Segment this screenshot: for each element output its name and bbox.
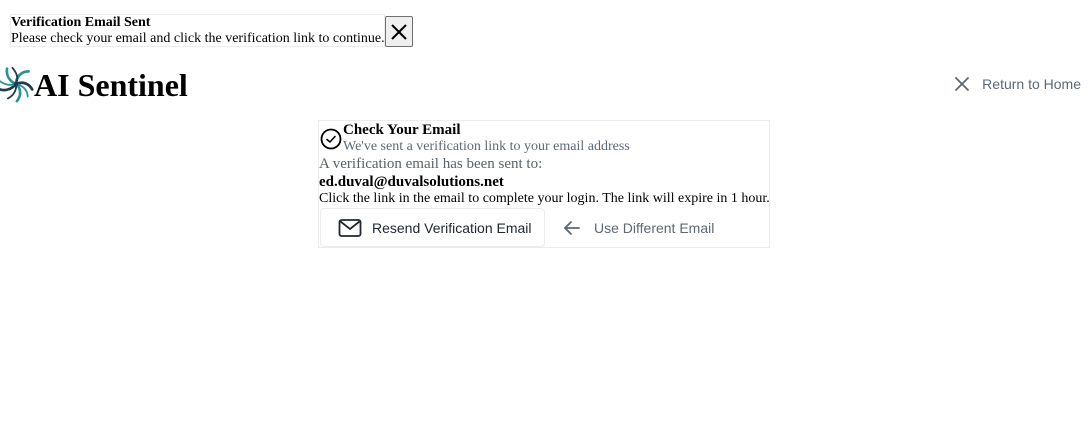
close-icon <box>391 23 407 40</box>
mail-icon <box>338 218 362 237</box>
resend-label: Resend Verification Email <box>372 219 532 236</box>
card-title: Check Your Email <box>343 122 461 138</box>
use-different-email-button[interactable]: Use Different Email <box>545 208 745 247</box>
close-icon <box>955 77 970 91</box>
return-to-home-label: Return to Home <box>982 76 1081 92</box>
return-to-home-link[interactable]: Return to Home <box>954 72 1081 96</box>
spiral-logo-icon <box>0 66 34 103</box>
check-email-card: Check Your Email We've sent a verificati… <box>318 120 770 248</box>
toast-title: Verification Email Sent <box>11 15 151 30</box>
check-circle-icon <box>320 128 342 150</box>
notification-toast: Verification Email Sent Please check you… <box>10 14 385 47</box>
toast-message: Please check your email and click the ve… <box>11 31 385 46</box>
different-email-label: Use Different Email <box>594 219 715 236</box>
arrow-left-icon <box>564 220 580 235</box>
sent-to-label: A verification email has been sent to: <box>319 156 543 172</box>
resend-verification-button[interactable]: Resend Verification Email <box>320 208 545 247</box>
email-address: ed.duval@duvalsolutions.net <box>319 174 504 190</box>
toast-close-button[interactable] <box>385 16 413 47</box>
instructions-text: Click the link in the email to complete … <box>319 191 770 206</box>
brand-name: AI Sentinel <box>34 67 188 103</box>
card-subtitle: We've sent a verification link to your e… <box>343 139 630 154</box>
